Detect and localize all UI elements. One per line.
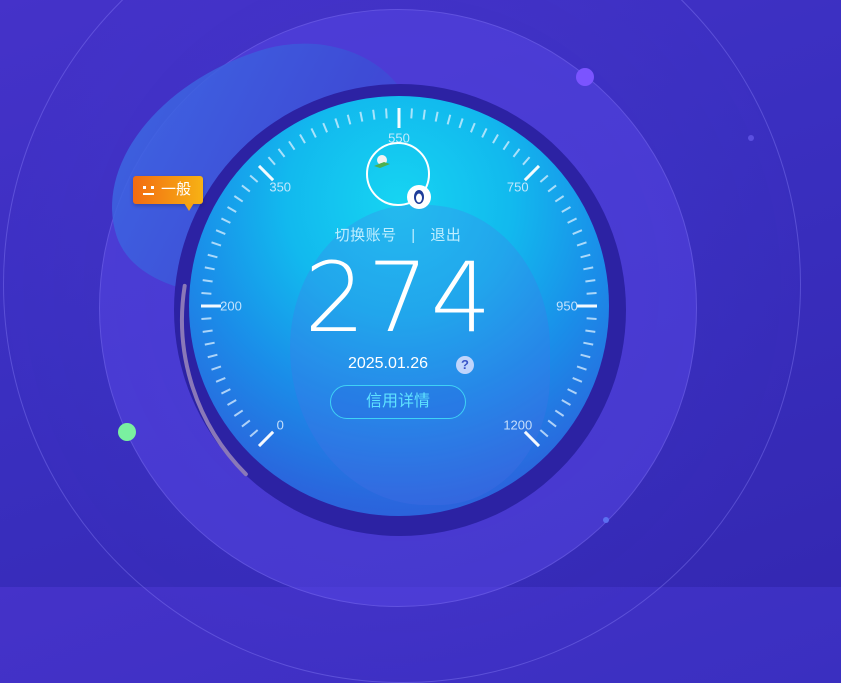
credit-level-badge: 一般 — [133, 176, 203, 204]
gauge-label-1200: 1200 — [503, 417, 533, 433]
decor-dot-purple — [576, 68, 594, 86]
decor-dot-small — [748, 135, 754, 141]
help-icon[interactable]: ? — [456, 356, 474, 374]
neutral-face-icon — [143, 186, 154, 195]
credit-detail-button[interactable]: 信用详情 — [330, 385, 466, 419]
credit-level-label: 一般 — [161, 181, 192, 198]
decor-dot-green — [118, 423, 136, 441]
gauge-label-200: 200 — [220, 298, 242, 314]
gauge-label-950: 950 — [556, 298, 578, 314]
score-date: 2025.01.26 — [347, 355, 429, 372]
gauge-label-350: 350 — [269, 179, 292, 195]
qq-penguin-icon — [407, 185, 431, 209]
gauge-label-0: 0 — [276, 417, 284, 433]
credit-score: 274 — [304, 242, 494, 354]
credit-level-badge-pointer — [184, 203, 194, 211]
gauge-label-750: 750 — [506, 179, 529, 195]
